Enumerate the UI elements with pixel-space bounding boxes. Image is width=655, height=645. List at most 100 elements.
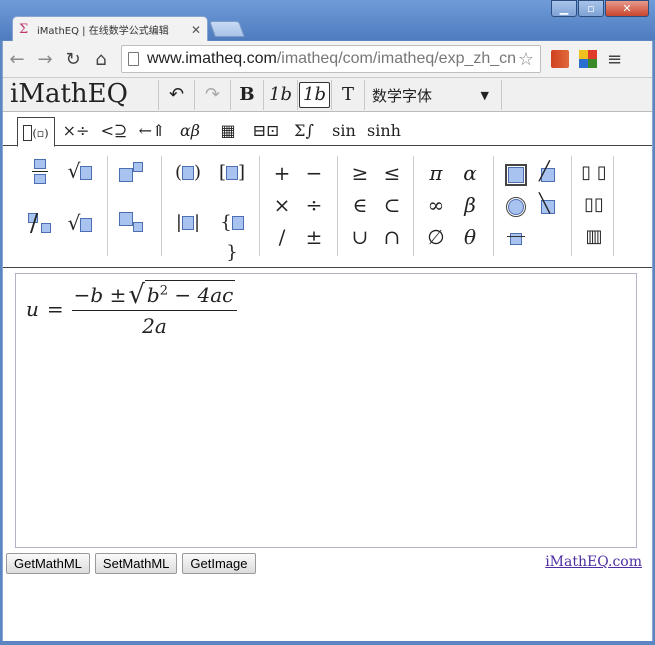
back-icon[interactable]: ← xyxy=(3,49,31,70)
matrix-2col-button[interactable]: ▯▯ xyxy=(579,190,609,220)
cancel-template-button[interactable]: ╱ xyxy=(533,158,563,188)
separator xyxy=(161,156,162,256)
window-controls: ▁ ▫ ✕ xyxy=(550,0,649,17)
italic-button[interactable]: 1b xyxy=(263,80,297,110)
separator xyxy=(613,156,614,256)
new-tab-button[interactable] xyxy=(209,21,245,37)
matrix-1x2-button[interactable]: ▯ ▯ xyxy=(579,158,609,188)
element-of-button[interactable]: ∈ xyxy=(345,190,375,220)
close-window-icon[interactable]: ✕ xyxy=(605,0,649,17)
address-bar[interactable]: www.imatheq.com/imatheq/com/imatheq/exp_… xyxy=(121,45,541,73)
chevron-down-icon: ▼ xyxy=(480,88,489,102)
tab-close-icon[interactable]: ✕ xyxy=(191,23,201,37)
get-mathml-button[interactable]: GetMathML xyxy=(6,553,90,574)
page-icon xyxy=(128,52,139,66)
window-bottom-border xyxy=(0,641,655,645)
forward-icon[interactable]: → xyxy=(31,49,59,70)
circled-template-button[interactable] xyxy=(501,190,531,220)
divide-button[interactable]: ÷ xyxy=(299,190,329,220)
imatheq-home-link[interactable]: iMathEQ.com xyxy=(545,554,642,570)
equation-editor[interactable]: u = −b ± √ b2 − 4ac 2a xyxy=(15,273,637,548)
colorful-extension-icon[interactable] xyxy=(579,50,597,68)
tab-functions[interactable]: sin xyxy=(329,117,359,145)
action-buttons: GetMathML SetMathML GetImage xyxy=(6,553,261,574)
intersection-button[interactable]: ∩ xyxy=(377,222,407,252)
parentheses-template-button[interactable]: () xyxy=(173,158,203,188)
text-mode-button[interactable]: T xyxy=(331,80,364,110)
separator xyxy=(493,156,494,256)
tab-arrows[interactable]: ←⇑ xyxy=(135,117,169,145)
subscript-template-button[interactable] xyxy=(117,208,147,238)
beta-button[interactable]: β xyxy=(455,190,485,220)
fraction-bar xyxy=(71,310,238,311)
formula-lhs: u xyxy=(26,297,39,321)
font-select-label: 数学字体 xyxy=(372,86,433,105)
font-select[interactable]: 数学字体 ▼ xyxy=(364,80,502,110)
slash-fraction-template-button[interactable]: / xyxy=(25,208,55,238)
palette-divider xyxy=(3,267,652,268)
separator xyxy=(259,156,260,256)
braces-template-button[interactable]: {} xyxy=(217,208,247,263)
upright-italic-button[interactable]: 1b xyxy=(297,80,331,110)
minimize-icon[interactable]: ▁ xyxy=(551,0,577,17)
absolute-value-template-button[interactable]: | | xyxy=(173,208,203,238)
separator xyxy=(571,156,572,256)
get-image-button[interactable]: GetImage xyxy=(182,553,256,574)
browser-toolbar: ← → ↻ ⌂ www.imatheq.com/imatheq/com/imat… xyxy=(2,41,653,77)
subset-button[interactable]: ⊂ xyxy=(377,190,407,220)
strikethrough-template-button[interactable] xyxy=(501,222,531,252)
editor-toolbar: iMathEQ ↶ ↷ B 1b 1b T 数学字体 ▼ xyxy=(3,77,652,112)
minus-button[interactable]: − xyxy=(299,158,329,188)
formula-equals: = xyxy=(46,297,64,321)
browser-tab[interactable]: Σ iMathEQ | 在线数学公式编辑 ✕ xyxy=(12,16,208,42)
brackets-template-button[interactable]: [] xyxy=(217,158,247,188)
separator xyxy=(413,156,414,256)
formula-denominator: 2a xyxy=(142,314,167,338)
infinity-button[interactable]: ∞ xyxy=(421,190,451,220)
formula-fraction: −b ± √ b2 − 4ac 2a xyxy=(71,280,238,338)
menu-icon[interactable]: ≡ xyxy=(607,49,622,70)
redo-button[interactable]: ↷ xyxy=(194,80,230,110)
reload-icon[interactable]: ↻ xyxy=(59,49,87,70)
tab-operators[interactable]: ×÷ xyxy=(59,117,93,145)
tab-hyperbolic[interactable]: sinh xyxy=(364,117,404,145)
matrix-stack-button[interactable]: ▥ xyxy=(579,222,609,252)
bookmark-star-icon[interactable]: ☆ xyxy=(518,49,534,70)
category-tabs: (▫) ×÷ <⊇ ←⇑ αβ ▦ ⊟⊡ Σ∫ sin sinh xyxy=(3,113,652,147)
page-content: iMathEQ ↶ ↷ B 1b 1b T 数学字体 ▼ (▫) ×÷ <⊇ ←… xyxy=(2,77,653,641)
leq-button[interactable]: ≤ xyxy=(377,158,407,188)
tab-layout[interactable]: (▫) xyxy=(17,117,55,147)
plus-button[interactable]: + xyxy=(267,158,297,188)
theta-button[interactable]: θ xyxy=(455,222,485,252)
maximize-icon[interactable]: ▫ xyxy=(578,0,604,17)
nth-root-template-button[interactable]: √ xyxy=(65,208,95,238)
tab-relations[interactable]: <⊇ xyxy=(97,117,131,145)
plus-minus-button[interactable]: ± xyxy=(299,222,329,252)
geq-button[interactable]: ≥ xyxy=(345,158,375,188)
superscript-template-button[interactable] xyxy=(117,158,147,188)
bold-button[interactable]: B xyxy=(230,80,263,110)
tab-decorations[interactable]: ⊟⊡ xyxy=(249,117,283,145)
tab-matrix[interactable]: ▦ xyxy=(211,117,245,145)
set-mathml-button[interactable]: SetMathML xyxy=(94,553,178,574)
times-button[interactable]: × xyxy=(267,190,297,220)
tab-greek[interactable]: αβ xyxy=(173,117,207,145)
sqrt-template-button[interactable]: √ xyxy=(65,156,95,186)
home-icon[interactable]: ⌂ xyxy=(87,49,115,70)
sigma-favicon-icon: Σ xyxy=(19,21,29,37)
empty-set-button[interactable]: ∅ xyxy=(421,222,451,252)
union-button[interactable]: ∪ xyxy=(345,222,375,252)
slash-button[interactable]: / xyxy=(267,222,297,252)
back-cancel-template-button[interactable]: ╲ xyxy=(533,190,563,220)
pi-button[interactable]: π xyxy=(421,158,451,188)
boxed-template-button[interactable] xyxy=(501,158,531,188)
separator xyxy=(337,156,338,256)
tab-title: iMathEQ | 在线数学公式编辑 xyxy=(37,26,169,37)
formula-sqrt: √ b2 − 4ac xyxy=(128,280,236,310)
fraction-template-button[interactable] xyxy=(25,156,55,186)
undo-button[interactable]: ↶ xyxy=(158,80,194,110)
quadratic-formula: u = −b ± √ b2 − 4ac 2a xyxy=(26,280,238,338)
alpha-button[interactable]: α xyxy=(455,158,485,188)
book-extension-icon[interactable] xyxy=(551,50,569,68)
tab-sums-integrals[interactable]: Σ∫ xyxy=(287,117,321,145)
